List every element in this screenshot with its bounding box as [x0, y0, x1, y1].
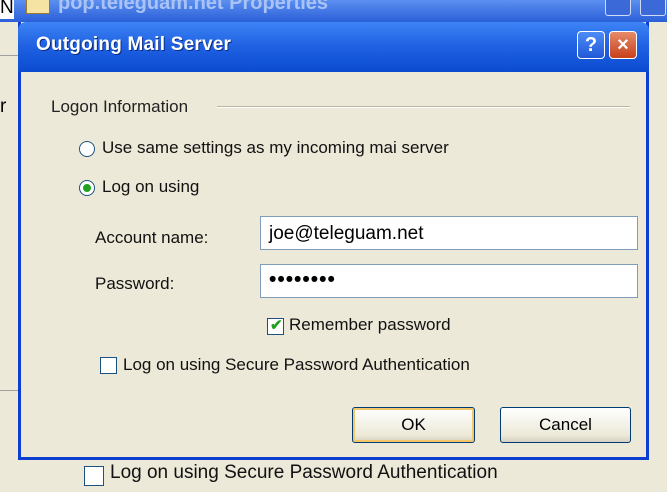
background-close-button[interactable] — [640, 0, 666, 16]
close-button[interactable]: × — [609, 31, 637, 59]
background-spa-label: Log on using Secure Password Authenticat… — [110, 462, 498, 483]
spa-checkbox[interactable] — [100, 357, 117, 374]
background-window-edge — [0, 22, 10, 492]
password-field[interactable]: •••••••• — [260, 264, 638, 298]
outgoing-mail-server-dialog: Outgoing Mail Server ? × Logon Informati… — [18, 22, 649, 460]
cancel-button[interactable]: Cancel — [500, 407, 631, 443]
same-settings-label[interactable]: Use same settings as my incoming mai ser… — [102, 138, 449, 158]
help-button[interactable]: ? — [577, 31, 605, 59]
remember-password-checkbox[interactable]: ✔ — [267, 317, 284, 335]
logon-information-group-label: Logon Information — [51, 97, 189, 116]
background-left-text: N — [0, 0, 14, 19]
background-spa-checkbox[interactable] — [84, 466, 104, 486]
close-icon: × — [617, 33, 629, 56]
help-icon: ? — [584, 33, 598, 56]
dialog-title: Outgoing Mail Server — [36, 34, 232, 55]
checkmark-icon: ✔ — [270, 317, 283, 334]
log-on-using-radio[interactable] — [79, 180, 95, 196]
dialog-titlebar[interactable]: Outgoing Mail Server ? × — [18, 22, 649, 72]
background-left-item: r — [0, 96, 7, 117]
background-window-icon — [26, 0, 50, 14]
log-on-using-label[interactable]: Log on using — [102, 177, 199, 197]
same-settings-radio[interactable] — [79, 141, 95, 157]
group-divider — [217, 106, 630, 108]
account-name-field[interactable]: joe@teleguam.net — [260, 216, 638, 250]
password-label: Password: — [95, 274, 175, 293]
background-help-button[interactable] — [605, 0, 631, 16]
radio-selected-dot — [83, 184, 91, 192]
background-window-titlebar: N pop.teleguam.net Properties — [0, 0, 667, 22]
account-name-label: Account name: — [95, 228, 209, 247]
spa-label[interactable]: Log on using Secure Password Authenticat… — [123, 355, 470, 375]
ok-button[interactable]: OK — [352, 407, 475, 443]
background-window-title: pop.teleguam.net Properties — [58, 0, 329, 14]
remember-password-label[interactable]: Remember password — [289, 315, 451, 335]
